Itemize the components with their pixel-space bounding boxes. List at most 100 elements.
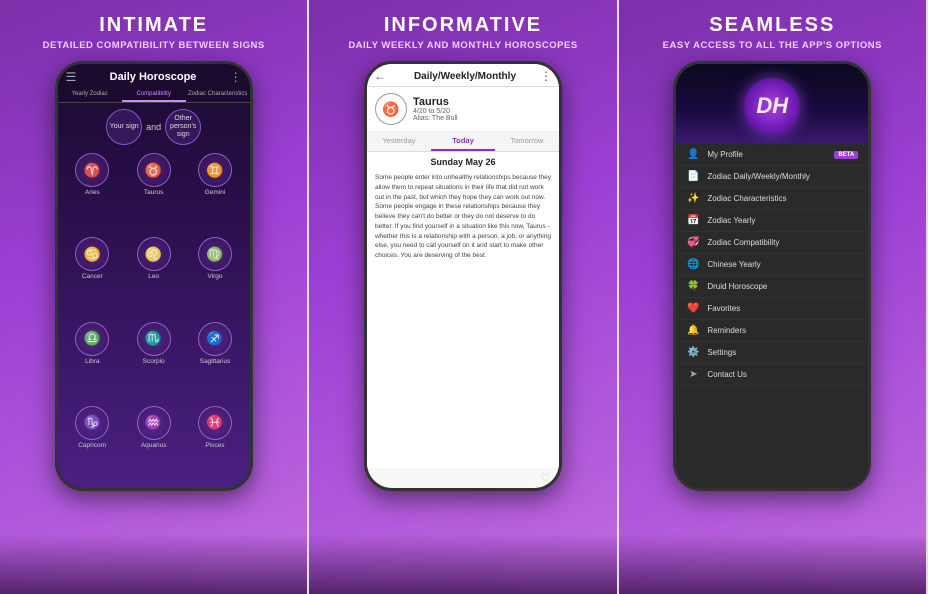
more-options-icon[interactable]: ⋮ bbox=[230, 70, 242, 84]
panel3-subtitle: EASY ACCESS TO ALL THE APP'S OPTIONS bbox=[663, 40, 882, 51]
menu-label-settings: Settings bbox=[707, 348, 858, 357]
leo-symbol: ♌ bbox=[137, 237, 171, 271]
menu-label-reminders: Reminders bbox=[707, 326, 858, 335]
panel3-bg-bottom bbox=[619, 534, 926, 594]
cancer-label: Cancer bbox=[82, 273, 103, 280]
scorpio-label: Scorpio bbox=[143, 358, 165, 365]
sagittarius-symbol: ♐ bbox=[198, 322, 232, 356]
virgo-label: Virgo bbox=[207, 273, 222, 280]
sign-pisces[interactable]: ♓ Pisces bbox=[186, 406, 243, 486]
contact-icon: ➤ bbox=[686, 369, 700, 380]
sign-scorpio[interactable]: ♏ Scorpio bbox=[125, 322, 182, 402]
sign-info-row: ♉ Taurus 4/20 to 5/20 Alias: The Bull bbox=[367, 87, 559, 132]
sign-capricorn[interactable]: ♑ Capricorn bbox=[64, 406, 121, 486]
leo-label: Leo bbox=[148, 273, 159, 280]
phone-3: DH 👤 My Profile BETA 📄 Zodiac Daily/Week… bbox=[673, 61, 871, 491]
menu-label-zodiac-yearly: Zodiac Yearly bbox=[707, 216, 858, 225]
sign-aries[interactable]: ♈ Aries bbox=[64, 153, 121, 233]
menu-contact-us[interactable]: ➤ Contact Us bbox=[676, 364, 868, 386]
sagittarius-label: Sagittarius bbox=[200, 358, 231, 365]
panel2-subtitle: DAILY WEEKLY AND MONTHLY HOROSCOPES bbox=[348, 40, 577, 51]
p2-more-options-icon[interactable]: ⋮ bbox=[540, 69, 552, 83]
menu-reminders[interactable]: 🔔 Reminders bbox=[676, 320, 868, 342]
capricorn-label: Capricorn bbox=[78, 442, 106, 449]
menu-druid-horoscope[interactable]: 🍀 Druid Horoscope bbox=[676, 276, 868, 298]
phone-1: ☰ Daily Horoscope ⋮ Yearly Zodiac Compat… bbox=[55, 61, 253, 491]
zodiac-yearly-icon: 📅 bbox=[686, 215, 700, 226]
and-text: and bbox=[146, 122, 161, 132]
menu-label-my-profile: My Profile bbox=[707, 150, 827, 159]
sign-cancer[interactable]: ♋ Cancer bbox=[64, 237, 121, 317]
day-tabs: Yesterday Today Tomorrow bbox=[367, 132, 559, 152]
tab-yesterday[interactable]: Yesterday bbox=[367, 132, 431, 151]
sign-libra[interactable]: ♎ Libra bbox=[64, 322, 121, 402]
panel2-title: INFORMATIVE bbox=[384, 14, 542, 37]
screen-menu: DH 👤 My Profile BETA 📄 Zodiac Daily/Week… bbox=[676, 64, 868, 488]
menu-label-favorites: Favorites bbox=[707, 304, 858, 313]
menu-label-druid: Druid Horoscope bbox=[707, 282, 858, 291]
horoscope-content: Some people enter into unhealthy relatio… bbox=[367, 169, 559, 468]
sign-leo[interactable]: ♌ Leo bbox=[125, 237, 182, 317]
sign-sagittarius[interactable]: ♐ Sagittarius bbox=[186, 322, 243, 402]
menu-zodiac-yearly[interactable]: 📅 Zodiac Yearly bbox=[676, 210, 868, 232]
menu-label-zodiac-char: Zodiac Characteristics bbox=[707, 194, 858, 203]
aquarius-symbol: ♒ bbox=[137, 406, 171, 440]
chinese-yearly-icon: 🌐 bbox=[686, 259, 700, 270]
your-sign-circle[interactable]: Your sign bbox=[106, 109, 142, 145]
p2-screen-title: Daily/Weekly/Monthly bbox=[390, 71, 540, 82]
menu-settings[interactable]: ⚙️ Settings bbox=[676, 342, 868, 364]
tab-today[interactable]: Today bbox=[431, 132, 495, 151]
menu-favorites[interactable]: ❤️ Favorites bbox=[676, 298, 868, 320]
tab-compatibility[interactable]: Compatibility bbox=[122, 88, 186, 102]
zodiac-compat-icon: 💞 bbox=[686, 237, 700, 248]
zodiac-daily-icon: 📄 bbox=[686, 171, 700, 182]
date-heading: Sunday May 26 bbox=[367, 152, 559, 169]
sign-details: Taurus 4/20 to 5/20 Alias: The Bull bbox=[413, 96, 551, 122]
compatibility-area: Your sign and Other person's sign bbox=[58, 103, 250, 151]
menu-zodiac-daily[interactable]: 📄 Zodiac Daily/Weekly/Monthly bbox=[676, 166, 868, 188]
screen-compatibility: ☰ Daily Horoscope ⋮ Yearly Zodiac Compat… bbox=[58, 64, 250, 488]
p1-header: ☰ Daily Horoscope ⋮ bbox=[58, 64, 250, 88]
sign-taurus[interactable]: ♉ Taurus bbox=[125, 153, 182, 233]
libra-symbol: ♎ bbox=[75, 322, 109, 356]
tab-zodiac-characteristics[interactable]: Zodiac Characteristics bbox=[186, 88, 250, 102]
taurus-sign-symbol: ♉ bbox=[375, 93, 407, 125]
p1-app-title: Daily Horoscope bbox=[76, 71, 229, 83]
menu-zodiac-compat[interactable]: 💞 Zodiac Compatibility bbox=[676, 232, 868, 254]
app-logo: DH bbox=[744, 78, 800, 134]
menu-zodiac-characteristics[interactable]: ✨ Zodiac Characteristics bbox=[676, 188, 868, 210]
capricorn-symbol: ♑ bbox=[75, 406, 109, 440]
favorite-heart-icon[interactable]: ♡ bbox=[367, 468, 559, 488]
panel-informative: INFORMATIVE DAILY WEEKLY AND MONTHLY HOR… bbox=[309, 0, 618, 594]
horoscope-text: Some people enter into unhealthy relatio… bbox=[375, 173, 551, 261]
tab-tomorrow[interactable]: Tomorrow bbox=[495, 132, 559, 151]
settings-icon: ⚙️ bbox=[686, 347, 700, 358]
signs-grid: ♈ Aries ♉ Taurus ♊ Gemini ♋ Cancer bbox=[58, 151, 250, 488]
panel-seamless: SEAMLESS EASY ACCESS TO ALL THE APP'S OP… bbox=[619, 0, 928, 594]
panel1-title: INTIMATE bbox=[99, 14, 208, 37]
menu-my-profile[interactable]: 👤 My Profile BETA bbox=[676, 144, 868, 166]
p2-header: ← Daily/Weekly/Monthly ⋮ bbox=[367, 64, 559, 87]
taurus-label: Taurus bbox=[144, 189, 164, 196]
hamburger-icon[interactable]: ☰ bbox=[66, 70, 77, 84]
menu-chinese-yearly[interactable]: 🌐 Chinese Yearly bbox=[676, 254, 868, 276]
sign-gemini[interactable]: ♊ Gemini bbox=[186, 153, 243, 233]
sign-dates: 4/20 to 5/20 bbox=[413, 108, 551, 115]
menu-label-chinese-yearly: Chinese Yearly bbox=[707, 260, 858, 269]
panel-intimate: INTIMATE DETAILED COMPATIBILITY BETWEEN … bbox=[0, 0, 309, 594]
app-menu: 👤 My Profile BETA 📄 Zodiac Daily/Weekly/… bbox=[676, 144, 868, 488]
back-icon[interactable]: ← bbox=[374, 69, 386, 83]
gemini-symbol: ♊ bbox=[198, 153, 232, 187]
sign-aquarius[interactable]: ♒ Aquarius bbox=[125, 406, 182, 486]
pisces-symbol: ♓ bbox=[198, 406, 232, 440]
sign-virgo[interactable]: ♍ Virgo bbox=[186, 237, 243, 317]
menu-label-zodiac-daily: Zodiac Daily/Weekly/Monthly bbox=[707, 172, 858, 181]
druid-icon: 🍀 bbox=[686, 281, 700, 292]
aries-symbol: ♈ bbox=[75, 153, 109, 187]
favorites-icon: ❤️ bbox=[686, 303, 700, 314]
panel1-bg-bottom bbox=[0, 534, 307, 594]
cancer-symbol: ♋ bbox=[75, 237, 109, 271]
aries-label: Aries bbox=[85, 189, 100, 196]
other-sign-circle[interactable]: Other person's sign bbox=[165, 109, 201, 145]
tab-yearly-zodiac[interactable]: Yearly Zodiac bbox=[58, 88, 122, 102]
